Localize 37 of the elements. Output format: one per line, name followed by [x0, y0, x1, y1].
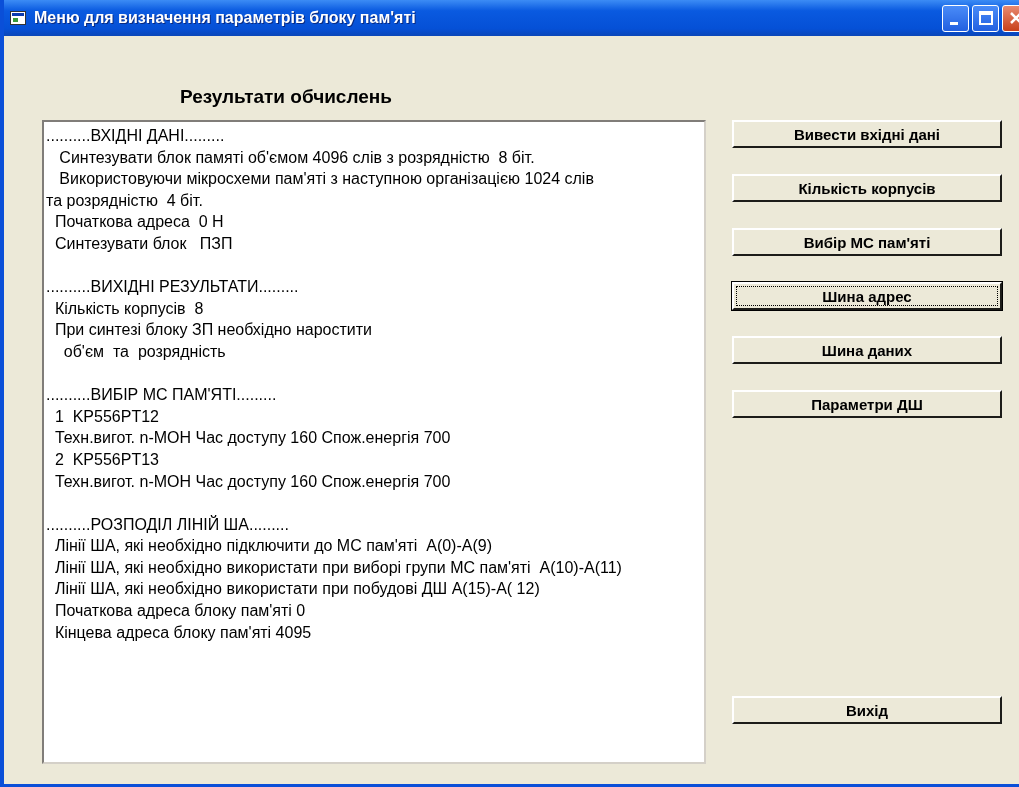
output-line: ..........РОЗПОДІЛ ЛІНІЙ ША.........	[46, 514, 289, 535]
action-button[interactable]: Параметри ДШ	[732, 390, 1002, 418]
output-line: При синтезі блоку ЗП необхідно наростити	[53, 320, 372, 341]
output-line: 2 KP556PT13	[53, 449, 159, 470]
minimize-icon	[949, 21, 958, 25]
output-line: Техн.вигот. n-МОН Час доступу 160 Спож.енергія 700	[53, 471, 451, 492]
output-line: ..........ВИХІДНІ РЕЗУЛЬТАТИ.........	[46, 277, 299, 298]
output-line: об'єм та розрядність	[62, 341, 226, 362]
results-heading: Результати обчислень	[180, 86, 392, 109]
output-line: ..........ВХІДНІ ДАНІ.........	[46, 126, 225, 146]
output-line: Початкова адреса блоку пам'яті 0	[53, 601, 306, 622]
maximize-button[interactable]	[972, 4, 999, 32]
output-line: Використовуючи мікросхеми пам'яті з наступною організацією 1024 слів	[58, 169, 594, 190]
output-line: Лінії ША, які необхідно використати при виборі групи МС пам'яті A(10)-A(11)	[53, 557, 622, 578]
action-button[interactable]: Шина адрес	[732, 282, 1002, 310]
output-line: Лінії ША, які необхідно підключити до МС пам'яті A(0)-A(9)	[53, 536, 492, 557]
action-button[interactable]: Вивести вхідні дані	[732, 120, 1002, 148]
action-button[interactable]: Шина даних	[732, 336, 1002, 364]
output-line: Кількість корпусів 8	[53, 298, 204, 319]
results-text-area[interactable]	[42, 120, 706, 764]
window-title: Меню для визначення параметрів блоку пам'яті	[34, 9, 417, 27]
action-button[interactable]: Кількість корпусів	[732, 174, 1002, 202]
output-line: Синтезувати блок ПЗП	[53, 233, 233, 254]
exit-button[interactable]: Вихід	[732, 696, 1002, 724]
output-line: Синтезувати блок памяті об'ємом 4096 слів з розрядністю 8 біт.	[58, 147, 535, 168]
output-line: Лінії ША, які необхідно використати при побудові ДШ A(15)-A( 12)	[53, 579, 540, 600]
window-icon	[10, 11, 26, 25]
output-line: Техн.вигот. n-МОН Час доступу 160 Спож.енергія 700	[53, 428, 451, 449]
output-line: ..........ВИБІР МС ПАМ'ЯТІ.........	[46, 385, 277, 406]
action-button[interactable]: Вибір МС пам'яті	[732, 228, 1002, 256]
minimize-button[interactable]	[942, 4, 969, 32]
output-line: Кінцева адреса блоку пам'яті 4095	[53, 622, 312, 643]
maximize-icon	[978, 11, 993, 25]
output-line: 1 KP556PT12	[53, 406, 159, 427]
output-line: Початкова адреса 0 H	[53, 212, 224, 233]
close-icon	[1009, 12, 1019, 24]
output-line: та розрядністю 4 біт.	[46, 190, 203, 211]
